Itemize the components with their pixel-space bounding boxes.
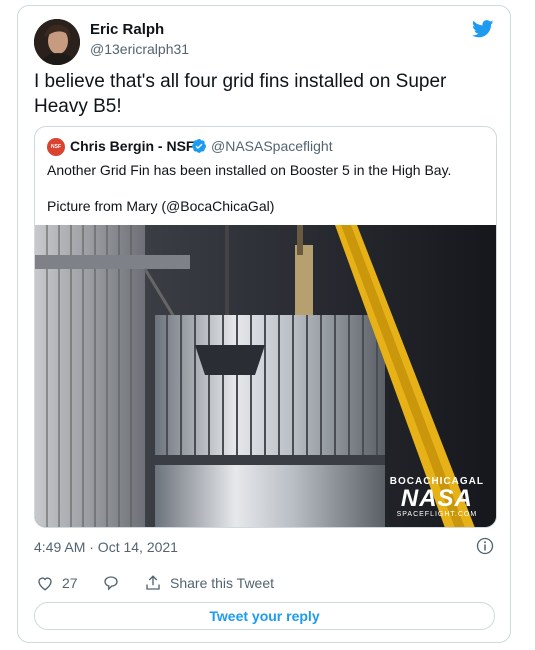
author-avatar[interactable] <box>34 19 80 65</box>
quoted-text-line1: Another Grid Fin has been installed on B… <box>47 162 452 178</box>
heart-icon[interactable] <box>36 574 54 592</box>
info-icon[interactable] <box>476 537 494 555</box>
quoted-author-avatar[interactable]: NSF <box>47 138 65 156</box>
photo-watermark: BOCACHICAGAL NASA SPACEFLIGHT.COM <box>390 476 484 518</box>
like-count: 27 <box>62 575 78 591</box>
author-name[interactable]: Eric Ralph <box>90 21 164 38</box>
verified-badge-icon <box>192 139 206 153</box>
quoted-photo[interactable]: BOCACHICAGAL NASA SPACEFLIGHT.COM <box>35 225 496 527</box>
quoted-author-handle[interactable]: @NASASpaceflight <box>211 138 333 154</box>
watermark-main: NASA <box>400 485 473 512</box>
quoted-tweet[interactable]: NSF Chris Bergin - NSF @NASASpaceflight … <box>34 126 497 528</box>
twitter-bird-icon[interactable] <box>472 20 494 38</box>
share-action[interactable]: Share this Tweet <box>144 572 274 594</box>
reply-action[interactable] <box>102 572 120 594</box>
tweet-timestamp[interactable]: 4:49 AM · Oct 14, 2021 <box>34 539 178 555</box>
tweet-actions: 27 Share this Tweet <box>34 572 494 596</box>
share-label: Share this Tweet <box>170 575 275 591</box>
tweet-card: Eric Ralph @13ericralph31 I believe that… <box>17 5 511 643</box>
quoted-text-line2: Picture from Mary (@BocaChicaGal) <box>47 198 275 214</box>
like-action[interactable]: 27 <box>36 572 78 594</box>
tweet-text: I believe that's all four grid fins inst… <box>34 71 447 117</box>
watermark-sub: SPACEFLIGHT.COM <box>396 511 478 518</box>
author-handle[interactable]: @13ericralph31 <box>90 41 189 57</box>
quoted-author-name[interactable]: Chris Bergin - NSF <box>70 138 194 154</box>
share-icon[interactable] <box>144 574 162 592</box>
reply-icon[interactable] <box>102 574 120 592</box>
tweet-reply-button[interactable]: Tweet your reply <box>34 602 495 630</box>
